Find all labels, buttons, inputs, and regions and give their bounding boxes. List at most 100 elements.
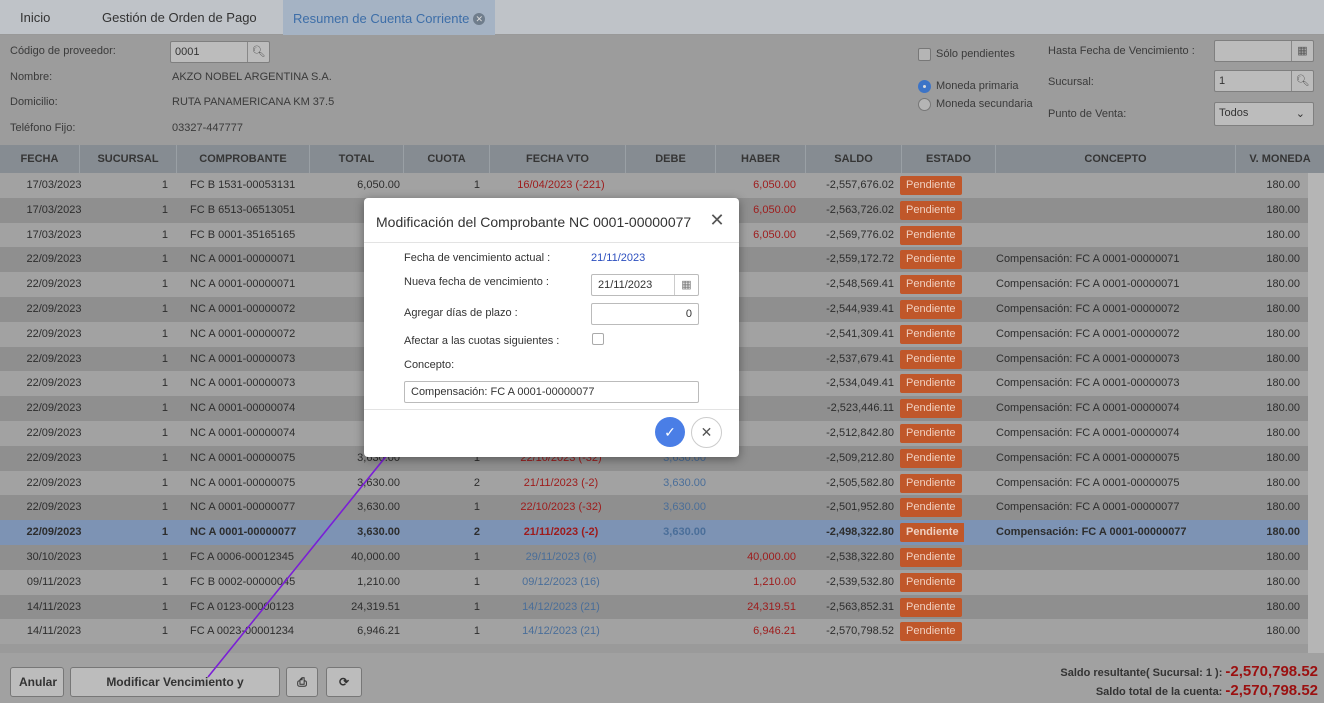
table-row[interactable]: 30/10/2023 1 FC A 0006-00012345 40,000.00 1 2… [0,545,1308,570]
table-row[interactable]: 22/09/2023 1 NC A 0001-00000075 3,630.00 2 21… [0,470,1308,496]
cell-comp: NC A 0001-00000073 [190,377,296,390]
tab-resumen-cuenta-corriente[interactable]: Resumen de Cuenta Corriente ✕ [283,0,496,35]
calendar-icon[interactable]: ▦ [1291,41,1313,61]
cell-vmon: 180.00 [1266,575,1300,588]
cell-fecha: 22/09/2023 [26,476,82,489]
filter-form: Código de proveedor: 0001 🔍︎ Nombre: AKZ… [0,35,1324,145]
anular-button[interactable]: Anular [10,667,64,697]
cell-vmon: 180.00 [1266,476,1300,489]
table-row[interactable]: 09/11/2023 1 FC B 0002-00000045 1,210.00 1 09… [0,569,1308,595]
cell-comp: NC A 0001-00000071 [190,253,296,266]
hasta-fecha-input[interactable]: ▦ [1214,40,1314,62]
cell-comp: FC A 0123-00000123 [190,600,294,613]
cell-comp: FC B 1531-00053131 [190,179,296,191]
cell-saldo: -2,523,446.11 [826,402,894,415]
sucursal-input[interactable]: 1 🔍︎ [1214,70,1314,92]
cell-suc: 1 [161,253,168,266]
cell-saldo: -2,570,798.52 [826,625,894,638]
domicilio-value: RUTA PANAMERICANA KM 37.5 [172,96,335,108]
cell-saldo: -2,539,532.80 [826,575,894,588]
saldo-total-label: Saldo total de la cuenta: [1095,686,1223,698]
cell-vmon: 180.00 [1266,327,1300,340]
cell-debe: 3,630.00 [663,501,706,514]
col-concepto[interactable]: CONCEPTO [996,145,1236,173]
cell-concepto: Compensación: FC A 0001-00000075 [996,451,1180,464]
table-row[interactable]: 22/09/2023 1 NC A 0001-00000077 3,630.00 1 22… [0,495,1308,521]
saldo-total: Saldo total de la cuenta: -2,570,798.52 [1000,682,1318,699]
moneda-secundaria-radio[interactable] [918,98,931,111]
col-debe[interactable]: DEBE [626,145,716,173]
col-sucursal[interactable]: SUCURSAL [80,145,177,173]
cell-concepto [996,570,1236,595]
tab-gestion-orden-pago[interactable]: Gestión de Orden de Pago [102,6,257,30]
scrollbar[interactable] [1308,173,1324,653]
cell-cuota: 2 [473,526,480,539]
cell-concepto [996,595,1236,620]
col-saldo[interactable]: SALDO [806,145,902,173]
moneda-primaria-radio[interactable] [918,80,931,93]
col-fecha-vto[interactable]: FECHA VTO [490,145,626,173]
table-row[interactable]: 14/11/2023 1 FC A 0023-00001234 6,946.21 1 14… [0,619,1308,645]
cell-debe [626,173,706,198]
cancel-button[interactable]: ✕ [691,417,722,448]
table-row[interactable]: 14/11/2023 1 FC A 0123-00000123 24,319.51 1 1… [0,594,1308,620]
cell-estado: Pendiente [900,173,964,198]
moneda-primaria-label: Moneda primaria [936,80,1019,92]
cell-concepto: Compensación: FC A 0001-00000074 [996,427,1180,439]
cell-saldo: -2,512,842.80 [826,427,894,439]
cell-comp: NC A 0001-00000077 [190,526,297,539]
cell-estado: Pendiente [900,347,964,372]
col-cuota[interactable]: CUOTA [404,145,490,173]
modificar-vencimiento-button[interactable]: Modificar Vencimiento y Concepto [70,667,280,697]
close-icon[interactable]: ✕ [708,210,726,231]
saldo-resultante-label: Saldo resultante( Sucursal: 1 ): [1060,667,1223,679]
col-v-moneda[interactable]: V. MONEDA [1236,145,1324,173]
col-comprobante[interactable]: COMPROBANTE [177,145,310,173]
cell-cuota: 1 [473,501,480,514]
cell-fecha: 30/10/2023 [26,551,82,563]
cell-fecha: 22/09/2023 [26,451,82,464]
cell-estado: Pendiente [900,446,964,471]
cell-fecha: 14/11/2023 [26,600,82,613]
cell-fecha: 22/09/2023 [26,526,82,539]
table-row[interactable]: 17/03/2023 1 FC B 1531-00053131 6,050.00 1 16… [0,173,1308,198]
cell-vto: 14/12/2023 (21) [522,600,600,613]
punto-venta-select[interactable]: Todos ⌄ [1214,102,1314,126]
search-icon[interactable]: 🔍︎ [247,42,269,62]
cell-fecha: 22/09/2023 [26,352,82,365]
cell-vmon: 180.00 [1266,451,1300,464]
concepto-input[interactable]: Compensación: FC A 0001-00000077 [404,381,699,403]
cell-concepto [996,173,1236,198]
tab-bar: Inicio Gestión de Orden de Pago Resumen … [0,0,1324,35]
solo-pendientes-checkbox[interactable] [918,48,931,61]
cell-debe [626,570,706,595]
cell-estado: Pendiente [900,595,964,620]
col-fecha[interactable]: FECHA [0,145,80,173]
search-icon[interactable]: 🔍︎ [1291,71,1313,91]
tab-inicio[interactable]: Inicio [20,6,50,30]
saldo-resultante: Saldo resultante( Sucursal: 1 ): -2,570,… [1000,663,1318,680]
cell-saldo: -2,569,776.02 [826,228,894,241]
status-badge: Pendiente [900,597,962,617]
saldo-resultante-value: -2,570,798.52 [1225,663,1318,680]
cell-total: 3,630.00 [357,476,400,489]
nueva-fecha-input[interactable]: 21/11/2023 ▦ [591,274,699,296]
dias-plazo-input[interactable]: 0 [591,303,699,325]
col-estado[interactable]: ESTADO [902,145,996,173]
codigo-input[interactable]: 0001 🔍︎ [170,41,270,63]
cell-total: 3,630.00 [357,501,400,514]
afectar-checkbox[interactable] [592,333,604,345]
calendar-icon[interactable]: ▦ [674,275,698,295]
cell-comp: NC A 0001-00000077 [190,501,296,514]
close-icon[interactable]: ✕ [473,13,486,25]
col-total[interactable]: TOTAL [310,145,404,173]
domicilio-label: Domicilio: [10,96,58,108]
table-row[interactable]: 22/09/2023 1 NC A 0001-00000077 3,630.00 2 21… [0,520,1308,545]
nueva-fecha-value: 21/11/2023 [598,279,653,291]
cell-saldo: -2,563,852.31 [826,600,894,613]
cell-vmon: 180.00 [1266,303,1300,315]
confirm-button[interactable]: ✓ [655,417,685,447]
refresh-icon[interactable]: ⟳ [326,667,362,697]
print-icon[interactable]: ⎙ [286,667,318,697]
col-haber[interactable]: HABER [716,145,806,173]
